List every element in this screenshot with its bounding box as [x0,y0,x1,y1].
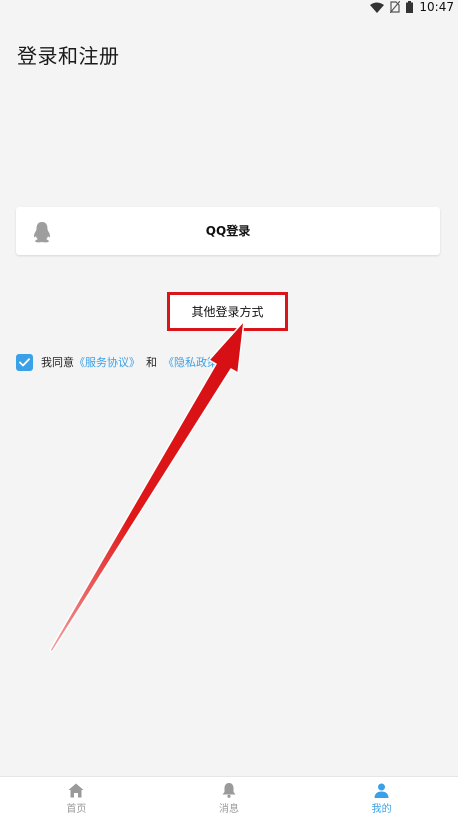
wifi-icon [370,2,385,13]
other-login-label: 其他登录方式 [191,305,264,319]
privacy-policy-link[interactable]: 《隐私政策》 [163,354,229,370]
annotation-arrow [49,320,245,653]
agreement-conjunction: 和 [146,356,157,369]
tab-home[interactable]: 首页 [0,777,153,820]
home-icon [68,783,84,797]
tab-mine[interactable]: 我的 [305,777,458,820]
person-icon [374,783,389,798]
service-agreement-link[interactable]: 《服务协议》 [74,354,140,370]
page-title: 登录和注册 [17,44,120,68]
no-sim-icon [390,1,401,13]
qq-login-button[interactable]: QQ登录 [16,207,440,255]
tab-messages-label: 消息 [219,804,239,815]
agreement-row: 我同意 《服务协议》 和 《隐私政策》 [16,352,229,372]
agreement-checkbox[interactable] [16,353,33,371]
status-time: 10:47 [419,0,454,14]
status-bar: 10:47 [0,0,458,14]
agreement-prefix: 我同意 [41,356,74,369]
bottom-tab-bar: 首页 消息 我的 [0,776,458,820]
bell-icon [222,783,236,798]
tab-home-label: 首页 [66,803,87,815]
tab-mine-label: 我的 [371,803,392,815]
qq-login-label: QQ登录 [205,224,251,238]
battery-icon [406,1,414,13]
tab-messages[interactable]: 消息 [153,777,306,820]
checkmark-icon [19,357,30,366]
other-login-button[interactable]: 其他登录方式 [167,292,288,331]
